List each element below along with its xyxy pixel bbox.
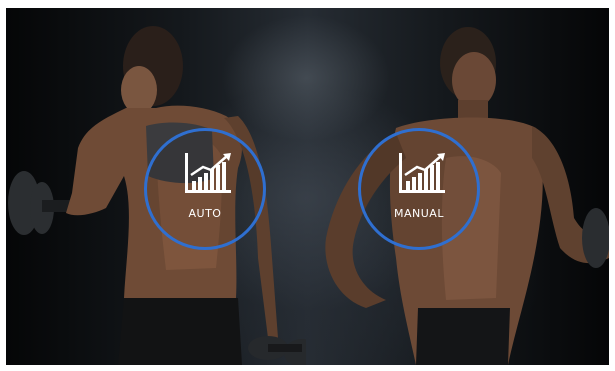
manual-mode-label: MANUAL: [394, 207, 444, 220]
bar-chart-trend-icon: [399, 153, 445, 193]
auto-mode-button[interactable]: AUTO: [144, 128, 266, 250]
bar-chart-trend-icon: [185, 153, 231, 193]
auto-mode-label: AUTO: [188, 207, 222, 220]
mode-select-screen: AUTO MANUAL: [6, 8, 609, 365]
manual-mode-button[interactable]: MANUAL: [358, 128, 480, 250]
